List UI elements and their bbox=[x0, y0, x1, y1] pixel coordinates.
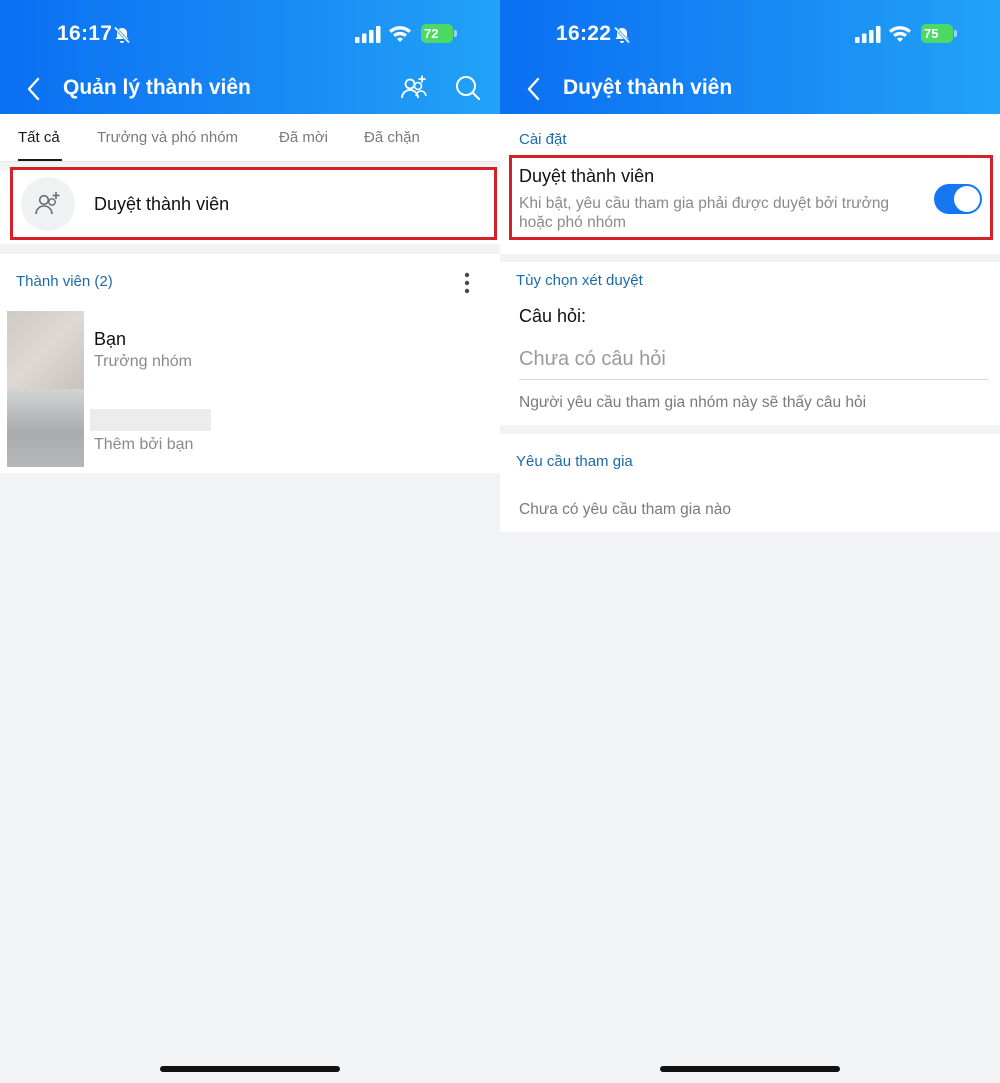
battery-level: 75 bbox=[924, 26, 939, 41]
battery-icon: 72 bbox=[421, 24, 453, 43]
member-name: Bạn bbox=[94, 329, 127, 349]
member-management-screen: 16:17 72 Quản lý thành viên Tất cả Trưởn… bbox=[0, 0, 500, 1083]
approve-option-description: Khi bật, yêu cầu tham gia phải được duyệ… bbox=[519, 195, 890, 231]
join-requests-section: Yêu cầu tham gia Chưa có yêu cầu tham gi… bbox=[500, 434, 1000, 532]
page-title: Duyệt thành viên bbox=[563, 76, 733, 99]
settings-section-title: Cài đặt bbox=[519, 131, 567, 148]
battery-level: 72 bbox=[424, 26, 439, 41]
back-icon[interactable] bbox=[24, 76, 44, 102]
back-icon[interactable] bbox=[524, 76, 544, 102]
member-tabs: Tất cả Trưởng và phó nhóm Đã mời Đã chặn bbox=[0, 114, 500, 162]
app-header: 16:22 75 Duyệt thành viên bbox=[500, 0, 1000, 114]
app-header: 16:17 72 Quản lý thành viên bbox=[0, 0, 500, 114]
status-time: 16:17 bbox=[57, 22, 113, 45]
tab-blocked[interactable]: Đã chặn bbox=[364, 129, 420, 146]
member-role: Trưởng nhóm bbox=[94, 353, 192, 370]
wifi-icon bbox=[389, 26, 411, 42]
question-hint: Người yêu cầu tham gia nhóm này sẽ thấy … bbox=[519, 394, 867, 411]
review-options-title: Tùy chọn xét duyệt bbox=[516, 272, 643, 289]
join-requests-title: Yêu cầu tham gia bbox=[516, 453, 633, 470]
wifi-icon bbox=[889, 26, 911, 42]
battery-tip bbox=[954, 30, 957, 37]
approve-members-label: Duyệt thành viên bbox=[94, 194, 230, 214]
approve-members-avatar bbox=[21, 177, 75, 231]
join-requests-empty-text: Chưa có yêu cầu tham gia nào bbox=[519, 501, 732, 518]
page-title: Quản lý thành viên bbox=[63, 76, 251, 99]
approve-members-row[interactable]: Duyệt thành viên bbox=[0, 170, 500, 244]
tab-all[interactable]: Tất cả bbox=[18, 129, 60, 146]
signal-icon bbox=[855, 26, 881, 43]
member-added-by: Thêm bởi bạn bbox=[94, 436, 194, 453]
tab-leaders[interactable]: Trưởng và phó nhóm bbox=[97, 129, 238, 146]
question-input[interactable] bbox=[519, 340, 989, 380]
status-time: 16:22 bbox=[556, 22, 612, 45]
bell-muted-icon bbox=[113, 26, 131, 44]
settings-section: Cài đặt Duyệt thành viên Khi bật, yêu cầ… bbox=[500, 114, 1000, 254]
approve-members-toggle[interactable] bbox=[934, 184, 982, 214]
search-icon[interactable] bbox=[454, 74, 482, 102]
redacted-member-name bbox=[90, 409, 211, 431]
add-member-icon[interactable] bbox=[400, 74, 428, 102]
approve-members-screen: 16:22 75 Duyệt thành viên Cài đặt Duyệt … bbox=[500, 0, 1000, 1083]
approve-option-title: Duyệt thành viên bbox=[519, 166, 655, 186]
question-label: Câu hỏi: bbox=[519, 306, 587, 326]
home-indicator bbox=[660, 1066, 840, 1072]
members-section-title: Thành viên (2) bbox=[16, 273, 113, 290]
toggle-knob bbox=[954, 186, 980, 212]
more-vertical-icon[interactable] bbox=[462, 272, 472, 294]
bell-muted-icon bbox=[613, 26, 631, 44]
avatar[interactable] bbox=[7, 389, 84, 467]
tab-invited[interactable]: Đã mời bbox=[279, 129, 328, 146]
battery-tip bbox=[454, 30, 457, 37]
battery-icon: 75 bbox=[921, 24, 953, 43]
home-indicator bbox=[160, 1066, 340, 1072]
member-approve-icon bbox=[35, 192, 60, 215]
signal-icon bbox=[355, 26, 381, 43]
review-options-section: Tùy chọn xét duyệt Câu hỏi: Người yêu cầ… bbox=[500, 262, 1000, 425]
members-section: Thành viên (2) Bạn Trưởng nhóm Thêm bởi … bbox=[0, 254, 500, 473]
avatar[interactable] bbox=[7, 311, 84, 389]
active-tab-indicator bbox=[18, 159, 62, 161]
